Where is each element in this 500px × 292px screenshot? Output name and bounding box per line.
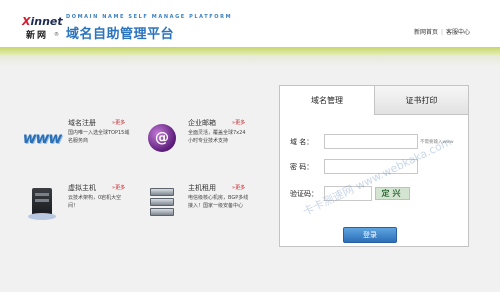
service-domain-registration: www 域名注册 »更多 国内唯一入选全球TOP15域名服务商	[20, 118, 150, 158]
service-title[interactable]: 虚拟主机	[68, 183, 96, 193]
email-icon: @	[140, 118, 184, 158]
domain-input[interactable]	[324, 134, 418, 149]
page: Xinnet 新网 ® DOMAIN NAME SELF MANAGE PLAT…	[0, 0, 500, 292]
tab-certificate-print[interactable]: 证书打印	[374, 86, 468, 115]
more-link[interactable]: »更多	[232, 119, 245, 126]
service-virtual-host: 虚拟主机 »更多 云技术架构，0宕机大空间！	[20, 183, 150, 223]
login-panel: 域名管理 证书打印 域 名： 不需要输入www 密 码： 验证码： 定兴 登录	[279, 85, 469, 247]
more-link[interactable]: »更多	[232, 184, 245, 191]
logo-brand-text: Xinnet	[22, 15, 63, 28]
xinnet-logo[interactable]: Xinnet 新网 ®	[22, 15, 63, 41]
logo-cn-text: 新网	[26, 31, 49, 41]
service-description: 全面灵活，覆盖全球7x24小时专业技术支持	[188, 130, 246, 144]
platform-title: 域名自助管理平台	[66, 27, 175, 42]
password-label: 密 码：	[290, 163, 314, 171]
header-accent-bar	[0, 47, 500, 55]
service-description: 云技术架构，0宕机大空间！	[68, 195, 122, 209]
more-link[interactable]: »更多	[112, 184, 125, 191]
domain-label: 域 名：	[290, 138, 314, 146]
service-title[interactable]: 企业邮箱	[188, 118, 216, 128]
link-separator: |	[440, 29, 443, 36]
www-icon: www	[22, 129, 63, 147]
login-tabs: 域名管理 证书打印	[280, 86, 468, 115]
server-rack	[150, 188, 174, 218]
server-hosting-icon	[140, 183, 184, 223]
captcha-image[interactable]: 定兴	[375, 187, 410, 200]
service-center-link[interactable]: 客服中心	[446, 27, 470, 36]
server-base	[28, 213, 56, 220]
service-title[interactable]: 主机租用	[188, 183, 216, 193]
home-link[interactable]: 新网首页	[414, 27, 438, 36]
top-links: 新网首页 | 客服中心	[414, 27, 470, 36]
virtual-host-icon	[20, 183, 64, 223]
header-shadow-bar	[0, 55, 500, 67]
header: Xinnet 新网 ® DOMAIN NAME SELF MANAGE PLAT…	[0, 0, 500, 47]
service-description: 国内唯一入选全球TOP15域名服务商	[68, 130, 130, 144]
more-link[interactable]: »更多	[112, 119, 125, 126]
tab-domain-management[interactable]: 域名管理	[280, 86, 374, 115]
registered-mark: ®	[54, 32, 59, 38]
service-description: 电信级核心机房，BGP多线接入！国家一级安备中心	[188, 195, 249, 209]
service-server-hosting: 主机租用 »更多 电信级核心机房，BGP多线接入！国家一级安备中心	[140, 183, 270, 228]
login-button[interactable]: 登录	[343, 227, 397, 243]
email-icon-disc: @	[148, 124, 176, 152]
service-title[interactable]: 域名注册	[68, 118, 96, 128]
platform-subtitle: DOMAIN NAME SELF MANAGE PLATFORM	[66, 14, 233, 20]
service-enterprise-email: @ 企业邮箱 »更多 全面灵活，覆盖全球7x24小时专业技术支持	[140, 118, 270, 158]
